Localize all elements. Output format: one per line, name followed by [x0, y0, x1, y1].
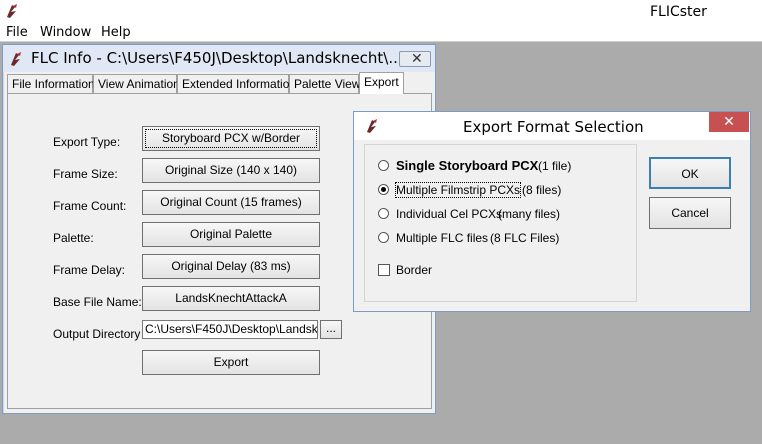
option-label: Individual Cel PCXs [396, 207, 503, 221]
border-label: Border [396, 263, 433, 277]
frame-delay-label: Frame Delay: [53, 263, 126, 277]
border-checkbox[interactable] [378, 264, 390, 276]
flicster-logo-icon [7, 4, 17, 18]
tab-file-information[interactable]: File Information [7, 74, 95, 93]
radio-button[interactable] [378, 232, 389, 243]
browse-directory-button[interactable]: ... [320, 320, 342, 339]
app-title: FLICster [650, 4, 707, 20]
menu-window[interactable]: Window [40, 25, 91, 40]
tab-view-animation[interactable]: View Animation [93, 74, 180, 93]
export-dialog-close-button[interactable]: ✕ [709, 112, 749, 132]
menubar: File Window Help [0, 23, 762, 42]
flc-info-titlebar[interactable]: FLC Info - C:\Users\F450J\Desktop\Landsk… [3, 45, 435, 72]
option-label: Multiple Filmstrip PCXs [394, 182, 522, 198]
option-count: (1 file) [538, 159, 572, 173]
radio-button-selected[interactable] [378, 184, 389, 195]
app-titlebar: FLICster [0, 0, 762, 23]
menu-file[interactable]: File [6, 25, 28, 40]
frame-size-button[interactable]: Original Size (140 x 140) [142, 158, 320, 183]
close-icon: ✕ [723, 113, 735, 129]
export-button[interactable]: Export [142, 350, 320, 375]
close-icon: ✕ [411, 50, 423, 66]
option-count: (many files) [498, 207, 561, 221]
frame-delay-button[interactable]: Original Delay (83 ms) [142, 254, 320, 279]
frame-count-button[interactable]: Original Count (15 frames) [142, 190, 320, 215]
tab-strip: File Information View Animation Extended… [7, 72, 433, 94]
export-dialog-title: Export Format Selection [463, 118, 644, 136]
radio-button[interactable] [378, 208, 389, 219]
flc-info-close-button[interactable]: ✕ [399, 50, 431, 67]
base-file-name-label: Base File Name: [53, 295, 142, 309]
option-label: Multiple FLC files [396, 231, 489, 245]
export-type-label: Export Type: [53, 135, 121, 149]
menu-help[interactable]: Help [101, 25, 131, 40]
export-format-dialog: Export Format Selection ✕ Single Storybo… [353, 111, 751, 312]
base-file-name-button[interactable]: LandsKnechtAttackA [142, 286, 320, 311]
ok-button[interactable]: OK [649, 157, 731, 189]
output-directory-field[interactable]: C:\Users\F450J\Desktop\Landsknecht [142, 320, 318, 339]
format-options-group: Single Storyboard PCX (1 file) Multiple … [364, 144, 637, 302]
option-label: Single Storyboard PCX [396, 158, 539, 173]
tab-extended-information[interactable]: Extended Information [177, 74, 296, 93]
tab-export[interactable]: Export [359, 72, 404, 94]
palette-button[interactable]: Original Palette [142, 222, 320, 247]
export-dialog-titlebar[interactable]: Export Format Selection ✕ [354, 112, 750, 140]
output-directory-label: Output Directory [53, 327, 141, 341]
tab-palette-view[interactable]: Palette View [289, 74, 361, 93]
flicster-logo-icon [367, 119, 377, 133]
frame-size-label: Frame Size: [53, 167, 118, 181]
frame-count-label: Frame Count: [53, 199, 127, 213]
flicster-logo-icon [11, 52, 21, 66]
export-type-button[interactable]: Storyboard PCX w/Border [142, 126, 320, 151]
cancel-button[interactable]: Cancel [649, 197, 731, 229]
option-count: (8 FLC Files) [490, 231, 560, 245]
radio-button[interactable] [378, 160, 389, 171]
flc-info-title: FLC Info - C:\Users\F450J\Desktop\Landsk… [31, 49, 403, 67]
option-count: (8 files) [522, 183, 562, 197]
palette-label: Palette: [53, 231, 94, 245]
